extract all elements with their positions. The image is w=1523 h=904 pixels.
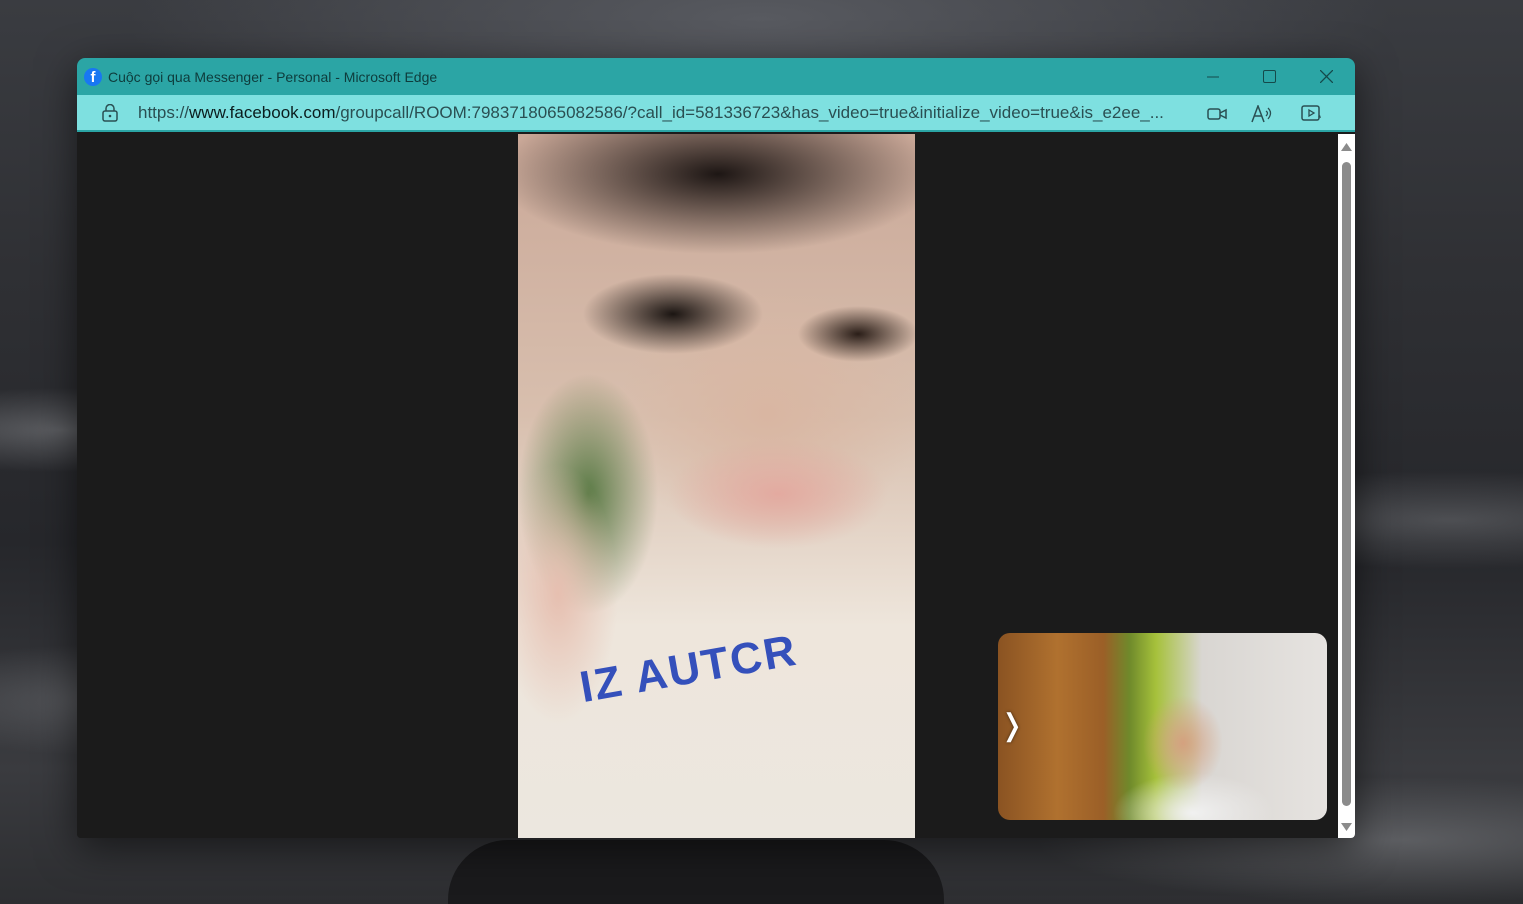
minimize-icon xyxy=(1206,76,1219,77)
close-button[interactable] xyxy=(1298,58,1355,95)
picture-in-picture-icon xyxy=(1301,104,1321,121)
read-aloud-icon xyxy=(1251,104,1272,122)
lock-icon[interactable] xyxy=(101,103,119,123)
shirt-print-text: IZ AUTCR xyxy=(576,625,802,713)
vertical-scrollbar[interactable] xyxy=(1338,134,1355,838)
arrow-up-icon xyxy=(1341,143,1352,151)
picture-in-picture-button[interactable] xyxy=(1287,95,1337,132)
scrollbar-thumb[interactable] xyxy=(1342,162,1351,806)
maximize-button[interactable] xyxy=(1241,58,1298,95)
facebook-icon-letter: f xyxy=(90,68,96,86)
url-path: /groupcall/ROOM:7983718065082586/?call_i… xyxy=(335,102,1164,122)
maximize-icon xyxy=(1263,70,1276,83)
minimize-button[interactable] xyxy=(1184,58,1241,95)
remote-video[interactable]: IZ AUTCR xyxy=(518,134,915,838)
window-controls xyxy=(1184,58,1355,95)
self-view-video[interactable]: ❭ xyxy=(998,633,1327,820)
address-bar-icons xyxy=(1197,95,1337,132)
arrow-down-icon xyxy=(1341,823,1352,831)
wallpaper-silhouette xyxy=(448,840,944,904)
close-icon xyxy=(1320,70,1333,83)
scroll-up-button[interactable] xyxy=(1338,138,1355,156)
url-field[interactable]: https://www.facebook.com/groupcall/ROOM:… xyxy=(138,103,1190,123)
call-content: IZ AUTCR ❭ xyxy=(77,134,1355,838)
window-title: Cuộc gọi qua Messenger - Personal - Micr… xyxy=(108,68,438,85)
url-host: www.facebook.com xyxy=(189,102,336,122)
scroll-down-button[interactable] xyxy=(1338,818,1355,836)
read-aloud-button[interactable] xyxy=(1237,95,1287,132)
facebook-icon: f xyxy=(84,67,102,86)
browser-window: f Cuộc gọi qua Messenger - Personal - Mi… xyxy=(77,58,1355,838)
self-view-toggle-icon[interactable]: ❭ xyxy=(999,705,1024,745)
camera-button[interactable] xyxy=(1197,95,1237,132)
url-prefix: https:// xyxy=(138,102,190,122)
address-bar: https://www.facebook.com/groupcall/ROOM:… xyxy=(77,95,1355,132)
title-bar[interactable]: f Cuộc gọi qua Messenger - Personal - Mi… xyxy=(77,58,1355,95)
camera-icon xyxy=(1207,107,1227,120)
